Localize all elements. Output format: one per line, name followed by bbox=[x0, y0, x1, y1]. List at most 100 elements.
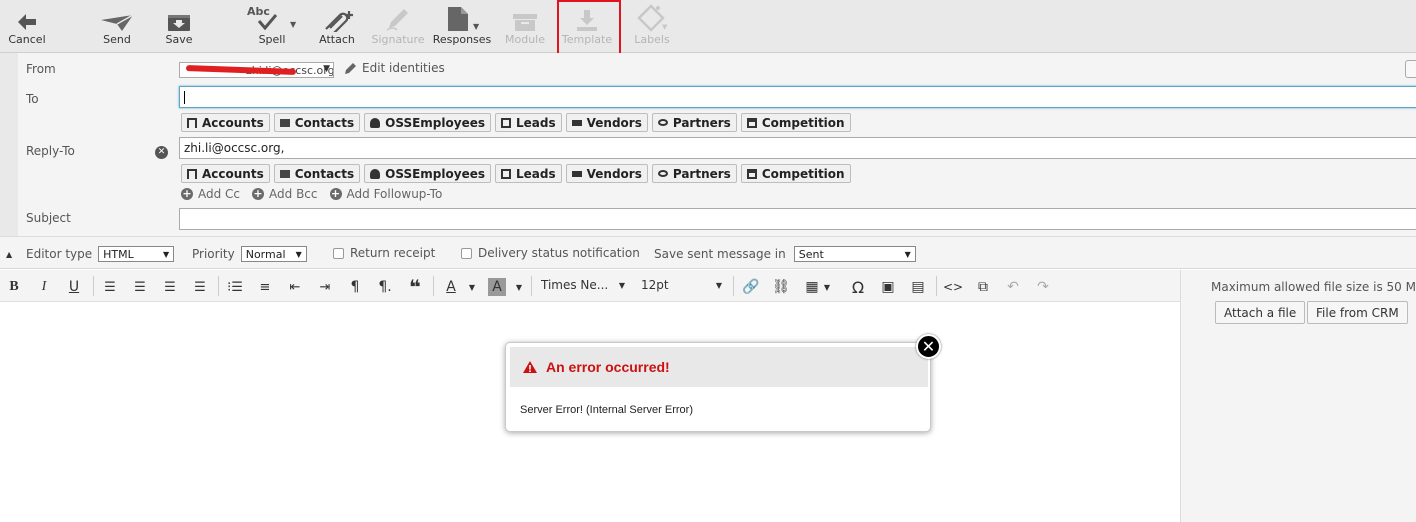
font-size-value: 12pt bbox=[641, 278, 669, 292]
media-icon[interactable]: ▤ bbox=[909, 278, 927, 296]
table-icon[interactable]: ▦ bbox=[803, 278, 821, 296]
to-leads-button[interactable]: Leads bbox=[495, 113, 562, 132]
reply-to-input[interactable]: zhi.li@occsc.org, bbox=[179, 137, 1416, 159]
to-contacts-button[interactable]: Contacts bbox=[273, 113, 361, 132]
background-color-icon[interactable]: A bbox=[488, 278, 506, 296]
reply-accounts-button[interactable]: Accounts bbox=[181, 164, 270, 183]
font-family-value: Times Ne... bbox=[541, 278, 609, 292]
paperclip-icon bbox=[325, 11, 353, 32]
header-options-button[interactable] bbox=[1405, 60, 1416, 78]
image-icon[interactable]: ▣ bbox=[879, 278, 897, 296]
text-color-icon[interactable]: A bbox=[442, 278, 460, 296]
to-competition-button[interactable]: Competition bbox=[740, 113, 851, 132]
add-followup-link[interactable]: + Add Followup-To bbox=[329, 187, 442, 201]
underline-icon[interactable]: U bbox=[66, 278, 82, 296]
edit-identities-link[interactable]: Edit identities bbox=[344, 61, 445, 75]
subject-input[interactable] bbox=[179, 208, 1416, 230]
font-family-select[interactable]: Times Ne... ▼ bbox=[541, 278, 625, 292]
to-input[interactable] bbox=[179, 86, 1416, 108]
handshake-icon bbox=[657, 170, 668, 177]
chip-label: Accounts bbox=[202, 115, 264, 130]
bold-icon[interactable]: B bbox=[6, 278, 22, 296]
save-label: Save bbox=[165, 33, 193, 46]
justify-icon[interactable]: ☰ bbox=[191, 278, 209, 296]
editor-type-option: Editor type HTML ▼ bbox=[26, 246, 175, 262]
reply-vendors-button[interactable]: Vendors bbox=[565, 164, 648, 183]
align-center-icon[interactable]: ☰ bbox=[131, 278, 149, 296]
redo-icon[interactable]: ↷ bbox=[1034, 278, 1052, 296]
plus-circle-icon: + bbox=[252, 187, 265, 200]
undo-icon[interactable]: ↶ bbox=[1004, 278, 1022, 296]
building-icon bbox=[187, 168, 197, 179]
cancel-button[interactable]: Cancel bbox=[8, 0, 46, 52]
collapse-headers-icon[interactable]: ▲ bbox=[6, 250, 12, 259]
background-color-dropdown-icon[interactable]: ▼ bbox=[513, 278, 525, 296]
reply-contacts-button[interactable]: Contacts bbox=[273, 164, 361, 183]
attach-button[interactable]: Attach bbox=[318, 0, 356, 52]
attach-file-button[interactable]: Attach a file bbox=[1215, 301, 1306, 324]
blockquote-icon[interactable]: ❝ bbox=[406, 275, 424, 299]
template-button[interactable]: Template bbox=[562, 0, 612, 52]
labels-dropdown-icon[interactable]: ▼ bbox=[662, 23, 667, 31]
source-code-icon[interactable]: <> bbox=[943, 278, 963, 296]
reply-ossemployees-button[interactable]: OSSEmployees bbox=[364, 164, 491, 183]
to-ossemployees-button[interactable]: OSSEmployees bbox=[364, 113, 491, 132]
from-label: From bbox=[26, 62, 56, 76]
return-receipt-checkbox[interactable] bbox=[333, 247, 344, 259]
to-partners-button[interactable]: Partners bbox=[651, 113, 737, 132]
outdent-icon[interactable]: ⇤ bbox=[286, 278, 304, 296]
table-dropdown-icon[interactable]: ▼ bbox=[822, 278, 832, 296]
italic-icon[interactable]: I bbox=[36, 278, 52, 296]
user-icon bbox=[370, 168, 381, 179]
main-toolbar: Cancel Send Save Abc ▼ Spell Attach Sign… bbox=[0, 0, 1416, 53]
error-dialog: An error occurred! Server Error! (Intern… bbox=[505, 342, 931, 432]
find-replace-icon[interactable]: ⧉ bbox=[974, 278, 992, 296]
bullet-list-icon[interactable]: ⁝☰ bbox=[226, 278, 244, 296]
spell-button[interactable]: Abc ▼ Spell bbox=[243, 0, 301, 52]
reply-to-address-books: Accounts Contacts OSSEmployees Leads Ven… bbox=[181, 164, 851, 183]
responses-label: Responses bbox=[432, 33, 492, 46]
align-right-icon[interactable]: ☰ bbox=[161, 278, 179, 296]
send-button[interactable]: Send bbox=[97, 0, 137, 52]
ltr-paragraph-icon[interactable]: ¶ bbox=[346, 278, 364, 296]
to-accounts-button[interactable]: Accounts bbox=[181, 113, 270, 132]
rtl-paragraph-icon[interactable]: ¶. bbox=[376, 278, 394, 296]
labels-button[interactable]: ▼ Labels bbox=[632, 0, 672, 52]
truck-icon bbox=[571, 170, 582, 177]
subject-label: Subject bbox=[26, 211, 71, 225]
file-from-crm-button[interactable]: File from CRM bbox=[1307, 301, 1408, 324]
close-icon[interactable]: ✕ bbox=[916, 334, 941, 359]
chip-label: Contacts bbox=[294, 115, 355, 130]
align-left-icon[interactable]: ☰ bbox=[101, 278, 119, 296]
spell-dropdown-icon[interactable]: ▼ bbox=[290, 20, 296, 29]
save-sent-select[interactable]: Sent ▼ bbox=[793, 246, 916, 262]
responses-dropdown-icon[interactable]: ▼ bbox=[473, 22, 479, 31]
link-icon[interactable]: 🔗 bbox=[742, 278, 760, 296]
module-button[interactable]: Module bbox=[505, 0, 545, 52]
unlink-icon[interactable]: ⛓ bbox=[772, 278, 790, 296]
leads-icon bbox=[501, 168, 511, 179]
reply-partners-button[interactable]: Partners bbox=[651, 164, 737, 183]
editor-type-select[interactable]: HTML ▼ bbox=[98, 246, 175, 262]
indent-icon[interactable]: ⇥ bbox=[316, 278, 334, 296]
chevron-down-icon: ▼ bbox=[618, 280, 625, 290]
add-cc-link[interactable]: + Add Cc bbox=[181, 187, 240, 201]
signature-label: Signature bbox=[371, 33, 425, 46]
delivery-status-checkbox[interactable] bbox=[461, 247, 472, 259]
from-select[interactable]: zhi.li@occsc.org> ▼ bbox=[179, 62, 334, 78]
add-bcc-link[interactable]: + Add Bcc bbox=[252, 187, 318, 201]
to-address-books: Accounts Contacts OSSEmployees Leads Ven… bbox=[181, 113, 851, 132]
to-vendors-button[interactable]: Vendors bbox=[565, 113, 648, 132]
priority-select[interactable]: Normal ▼ bbox=[240, 246, 307, 262]
remove-reply-to-icon[interactable]: ✕ bbox=[155, 146, 168, 159]
font-size-select[interactable]: 12pt ▼ bbox=[641, 278, 722, 292]
special-character-icon[interactable]: Ω bbox=[849, 278, 867, 297]
signature-button[interactable]: Signature bbox=[371, 0, 425, 52]
responses-button[interactable]: ▼ Responses bbox=[432, 0, 492, 52]
text-color-dropdown-icon[interactable]: ▼ bbox=[466, 278, 478, 296]
reply-competition-button[interactable]: Competition bbox=[740, 164, 851, 183]
save-button[interactable]: Save bbox=[161, 0, 197, 52]
numbered-list-icon[interactable]: ≡ bbox=[256, 278, 274, 296]
priority-value: Normal bbox=[245, 247, 286, 261]
reply-leads-button[interactable]: Leads bbox=[495, 164, 562, 183]
